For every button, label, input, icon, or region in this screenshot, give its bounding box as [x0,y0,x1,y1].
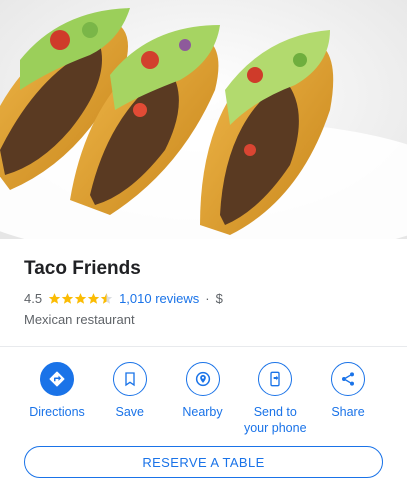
send-to-phone-button[interactable]: Send to your phone [240,362,310,443]
save-label: Save [115,405,145,419]
rating-row: 4.5 1,010 reviews · $ [24,289,383,307]
nearby-label: Nearby [182,405,223,419]
star-icon [74,292,87,304]
directions-icon [40,362,74,396]
star-icon [48,292,61,304]
star-half-icon [100,292,113,304]
price-level: $ [215,290,223,306]
place-photo[interactable] [0,0,407,239]
star-icon [61,292,74,304]
share-icon [331,362,365,396]
reviews-link[interactable]: 1,010 reviews [119,291,199,306]
separator: · [205,290,210,306]
place-category: Mexican restaurant [24,312,135,327]
directions-button[interactable]: Directions [22,362,92,443]
reserve-container: RESERVE A TABLE [0,446,407,478]
share-button[interactable]: Share [313,362,383,443]
directions-label: Directions [29,405,85,419]
bookmark-icon [112,362,147,396]
place-info: Taco Friends 4.5 1,010 reviews · $ Mexic… [0,239,407,330]
send-to-phone-icon [258,362,293,396]
star-rating [48,292,113,305]
place-title: Taco Friends [24,258,141,279]
nearby-icon [185,362,220,396]
share-label: Share [331,405,365,419]
nearby-button[interactable]: Nearby [168,362,238,443]
tacos-photo [0,0,407,239]
rating-value: 4.5 [24,290,43,306]
star-icon [87,292,100,304]
reserve-table-button[interactable]: RESERVE A TABLE [24,446,383,478]
action-bar: Directions Save Nearby Send to your phon… [0,347,407,443]
save-button[interactable]: Save [95,362,165,443]
send-to-phone-label: Send to your phone [243,405,307,435]
